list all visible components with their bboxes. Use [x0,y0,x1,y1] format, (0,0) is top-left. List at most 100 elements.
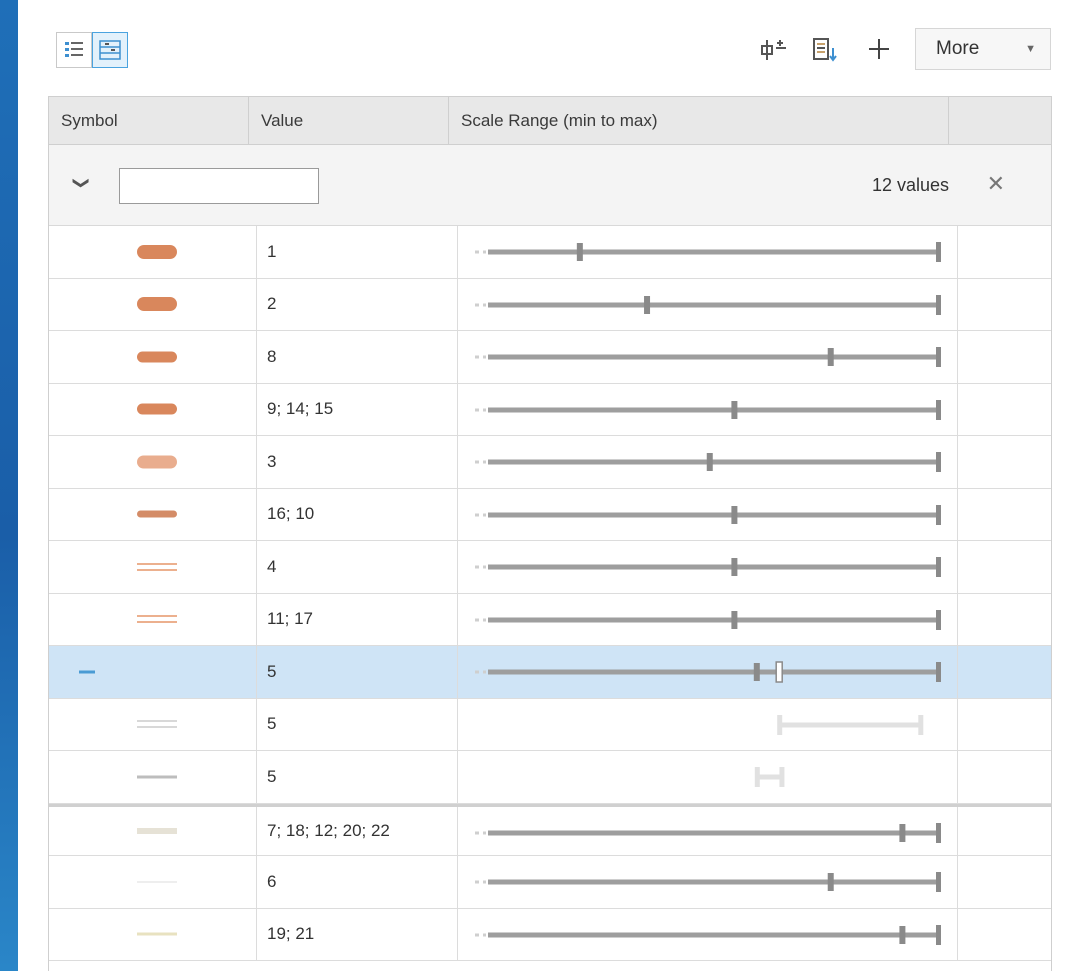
class-row[interactable]: 11; 17 [49,593,1051,646]
symbol-cell[interactable] [49,593,257,645]
value-cell[interactable]: 19; 21 [257,908,458,960]
scale-range-slider[interactable] [458,384,958,436]
symbol-cell[interactable] [49,646,257,698]
line-symbol-icon[interactable] [137,775,177,779]
column-header-value[interactable]: Value [249,97,449,145]
value-cell[interactable]: 7; 18; 12; 20; 22 [257,806,458,855]
value-cell[interactable]: 5 [257,698,458,750]
symbol-cell[interactable] [49,226,257,278]
line-symbol-icon[interactable] [137,615,177,624]
scale-range-slider[interactable] [458,646,958,698]
filter-input[interactable] [119,168,319,204]
symbol-cell[interactable] [49,698,257,750]
scale-range-cell[interactable] [458,698,958,751]
symbol-cell[interactable] [49,488,257,540]
value-cell[interactable]: 5 [257,751,458,803]
scale-range-slider[interactable] [458,436,958,488]
line-symbol-icon[interactable] [137,351,177,363]
scale-range-cell[interactable] [458,806,958,859]
class-row[interactable]: 5 [49,646,1051,699]
scale-range-slider[interactable] [458,594,958,646]
class-row[interactable]: 8 [49,331,1051,384]
class-row[interactable]: 7; 18; 12; 20; 22 [49,803,1051,859]
add-scale-break-icon[interactable] [758,34,788,64]
scale-range-slider[interactable] [458,279,958,331]
scale-range-cell[interactable] [458,278,958,331]
line-symbol-icon[interactable] [137,403,177,415]
scale-range-slider[interactable] [458,541,958,593]
line-symbol-icon[interactable] [137,720,177,729]
class-row[interactable]: 3 [49,436,1051,489]
class-row[interactable]: 2 [49,278,1051,331]
symbol-cell[interactable] [49,436,257,488]
scale-range-slider[interactable] [458,331,958,383]
scale-range-slider[interactable] [458,226,958,278]
value-cell[interactable]: 6 [257,856,458,908]
scale-range-cell[interactable] [458,331,958,383]
class-row[interactable]: 5 [49,698,1051,751]
column-header-symbol[interactable]: Symbol [49,97,249,145]
symbol-cell[interactable] [49,856,257,908]
scale-range-slider[interactable] [458,699,958,751]
symbol-cell[interactable] [49,806,257,855]
scale-range-cell[interactable] [458,856,958,908]
scale-range-cell[interactable] [458,908,958,961]
scale-range-slider[interactable] [458,751,958,803]
column-header-scale-range[interactable]: Scale Range (min to max) [449,97,949,145]
line-symbol-icon[interactable] [79,670,95,674]
scale-range-slider[interactable] [458,489,958,541]
list-view-icon[interactable] [56,32,92,68]
line-symbol-icon[interactable] [137,562,177,571]
scale-range-cell[interactable] [458,383,958,436]
line-symbol-icon[interactable] [137,932,177,936]
scale-range-cell[interactable] [458,646,958,698]
symbol-cell[interactable] [49,908,257,960]
scale-range-slider[interactable] [458,807,958,859]
class-row[interactable]: 9; 14; 15 [49,383,1051,436]
symbol-cell[interactable] [49,331,257,383]
class-row[interactable]: 16; 10 [49,488,1051,541]
class-row[interactable]: 1 [49,226,1051,279]
min-scale-handle-faded [754,767,760,787]
symbol-cell[interactable] [49,751,257,803]
filter-bar: ❯ 12 values ✕ [49,145,1051,226]
value-cell[interactable]: 4 [257,541,458,593]
scale-range-cell[interactable] [458,541,958,593]
value-cell[interactable]: 5 [257,646,458,698]
line-symbol-icon[interactable] [137,510,177,518]
symbol-cell[interactable] [49,541,257,593]
class-row[interactable]: 5 [49,751,1051,804]
value-cell[interactable]: 8 [257,331,458,383]
more-button[interactable]: More ▼ [915,28,1051,70]
value-cell[interactable]: 11; 17 [257,593,458,645]
extra-cell [958,909,1053,961]
sort-values-icon[interactable] [809,34,839,64]
value-cell[interactable]: 3 [257,436,458,488]
class-row[interactable]: 4 [49,541,1051,594]
scale-range-slider[interactable] [458,909,958,961]
detail-view-icon[interactable] [92,32,128,68]
add-icon[interactable] [864,34,894,64]
scale-range-slider[interactable] [458,856,958,908]
value-cell[interactable]: 1 [257,226,458,278]
close-icon[interactable]: ✕ [987,171,1005,197]
line-symbol-icon[interactable] [137,455,177,469]
scale-range-cell[interactable] [458,751,958,803]
line-symbol-icon[interactable] [137,827,177,834]
symbol-cell[interactable] [49,278,257,330]
line-symbol-icon[interactable] [137,244,177,259]
value-cell[interactable]: 9; 14; 15 [257,383,458,435]
value-cell[interactable]: 16; 10 [257,488,458,540]
scale-range-cell[interactable] [458,226,958,278]
line-symbol-icon[interactable] [137,297,177,312]
chevron-down-icon[interactable]: ❯ [72,176,92,189]
class-row[interactable]: 19; 21 [49,908,1053,961]
value-cell[interactable]: 2 [257,278,458,330]
symbol-cell[interactable] [49,383,257,435]
scale-range-cell[interactable] [458,436,958,488]
classes-grid: Symbol Value Scale Range (min to max) ❯ … [48,96,1052,971]
line-symbol-icon[interactable] [137,880,177,883]
scale-range-cell[interactable] [458,593,958,646]
class-row[interactable]: 6 [49,856,1051,909]
scale-range-cell[interactable] [458,488,958,541]
